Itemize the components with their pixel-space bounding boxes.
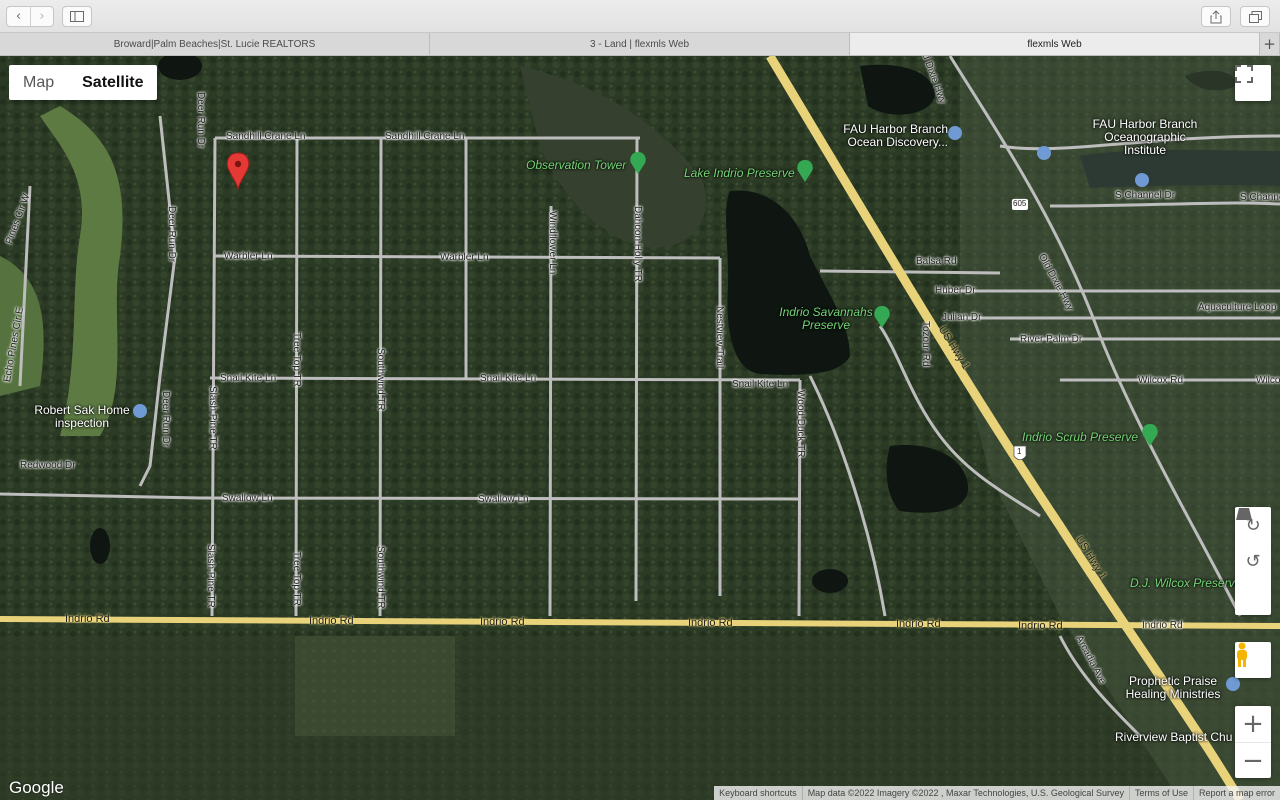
street-label: Wilcox Rd (1138, 375, 1184, 386)
pegman-icon (1237, 642, 1247, 667)
street-label: Windflower Ln (547, 211, 558, 275)
place-prophetic-praise[interactable]: Prophetic Praise Healing Ministries (1118, 675, 1228, 701)
street-label: Indrio Rd (1142, 620, 1183, 631)
chevron-right-icon[interactable]: › (29, 7, 53, 26)
pegman-button[interactable] (1235, 642, 1271, 678)
street-label: River Palm Dr (1020, 334, 1083, 345)
street-label: Dahoon Holly TR (632, 206, 643, 282)
street-label: Indrio Rd (309, 615, 354, 627)
street-label: Indrio Rd (480, 616, 525, 628)
street-label: Indrio Rd (896, 618, 941, 630)
tabs-overview-icon[interactable] (1240, 6, 1270, 27)
rotate-controls: ↻ ↺ (1235, 507, 1271, 615)
tilt-icon[interactable] (1235, 508, 1271, 615)
street-label: Deer Run Dr (160, 391, 171, 448)
street-label: Tozour Rd (920, 321, 931, 367)
map-type-satellite-button[interactable]: Satellite (68, 65, 157, 100)
rotate-counterclockwise-icon[interactable]: ↺ (1235, 543, 1271, 579)
tab-label: flexmls Web (1027, 38, 1082, 50)
satellite-map[interactable]: Sandhill Crane Ln Sandhill Crane Ln Warb… (0, 56, 1280, 800)
zoom-in-button[interactable]: + (1235, 706, 1271, 742)
place-lake-indrio[interactable]: Lake Indrio Preserve (684, 166, 795, 180)
street-label: Snail Kite Ln (220, 373, 277, 384)
place-observation-tower[interactable]: Observation Tower (526, 158, 626, 172)
nav-buttons: ‹ › (6, 6, 54, 27)
tab-land[interactable]: 3 - Land | flexmls Web (430, 33, 850, 55)
map-data-credit: Map data ©2022 Imagery ©2022 , Maxar Tec… (801, 786, 1129, 800)
place-indrio-savannahs[interactable]: Indrio Savannahs Preserve (777, 306, 875, 332)
street-label: Snail Kite Ln (732, 379, 789, 390)
street-label: Sandhill Crane Ln (226, 131, 306, 142)
street-label: Swallow Ln (478, 494, 529, 505)
street-label: Warbler Ln (224, 251, 273, 262)
street-label: Indrio Rd (688, 617, 733, 629)
street-label: Tree Top TR (291, 332, 302, 387)
tab-bar: Broward|Palm Beaches|St. Lucie REALTORS … (0, 33, 1280, 56)
fullscreen-icon (1235, 65, 1253, 83)
street-label: Swallow Ln (222, 493, 273, 504)
us-1-shield: 1 (1017, 447, 1022, 456)
street-label: Balsa Rd (916, 256, 957, 267)
place-indrio-scrub[interactable]: Indrio Scrub Preserve (1022, 430, 1138, 444)
street-label: Wilco (1256, 375, 1280, 386)
map-type-map-button[interactable]: Map (9, 65, 68, 100)
street-label: Warbler Ln (440, 252, 489, 263)
street-label: Deer Run Dr (166, 206, 177, 263)
route-605-shield: 605 (1013, 199, 1027, 208)
new-tab-button[interactable]: + (1260, 33, 1280, 55)
street-label: Tree Top TR (291, 551, 302, 606)
report-map-error-link[interactable]: Report a map error (1192, 786, 1280, 800)
browser-toolbar: ‹ › (0, 0, 1280, 33)
street-label: Nestview Trail (714, 306, 725, 369)
street-label: Deer Run Dr (195, 92, 206, 149)
tab-label: Broward|Palm Beaches|St. Lucie REALTORS (113, 38, 316, 50)
tab-label: 3 - Land | flexmls Web (589, 38, 690, 50)
street-label: Slash Pine TR (205, 544, 216, 608)
street-label: Julian Dr (942, 312, 982, 323)
tab-flexmls[interactable]: flexmls Web (850, 33, 1260, 55)
google-logo: Google (9, 778, 64, 797)
place-dj-wilcox[interactable]: D.J. Wilcox Preserve (1130, 576, 1241, 590)
sidebar-icon[interactable] (62, 6, 92, 27)
place-riverview-baptist[interactable]: Riverview Baptist Chu (1115, 730, 1232, 744)
street-label: S Channel Dr (1115, 190, 1176, 201)
street-label: S Channel (1240, 192, 1280, 203)
street-label: Sandhill Crane Ln (385, 131, 465, 142)
street-label: Indrio Rd (1018, 620, 1063, 632)
zoom-controls: + − (1235, 706, 1271, 778)
street-label: Redwood Dr (20, 460, 76, 471)
keyboard-shortcuts-link[interactable]: Keyboard shortcuts (714, 786, 802, 800)
place-fau-branch[interactable]: FAU Harbor Branch Ocean Discovery... (836, 123, 948, 149)
street-label: Huber Dr (935, 285, 976, 296)
terms-of-use-link[interactable]: Terms of Use (1128, 786, 1193, 800)
street-label: Snail Kite Ln (480, 373, 537, 384)
street-label: Wood Duck TR (795, 390, 806, 458)
street-label: Indrio Rd (65, 613, 110, 625)
street-label: Slash Pine TR (207, 386, 218, 450)
map-attribution: Keyboard shortcuts Map data ©2022 Imager… (714, 786, 1280, 800)
map-imagery (0, 56, 1280, 800)
chevron-left-icon[interactable]: ‹ (7, 7, 30, 26)
tab-realtors[interactable]: Broward|Palm Beaches|St. Lucie REALTORS (0, 33, 430, 55)
street-label: Southwind TR (375, 546, 386, 609)
place-robert-sak[interactable]: Robert Sak Home inspection (32, 404, 132, 430)
street-label: Southwind TR (375, 348, 386, 411)
street-label: Aquaculture Loop (1198, 302, 1277, 313)
map-type-control: Map Satellite (9, 65, 158, 100)
share-icon[interactable] (1201, 6, 1231, 27)
place-fau-institute[interactable]: FAU Harbor Branch Oceanographic Institut… (1090, 118, 1200, 157)
fullscreen-button[interactable] (1235, 65, 1271, 101)
zoom-out-button[interactable]: − (1235, 742, 1271, 778)
